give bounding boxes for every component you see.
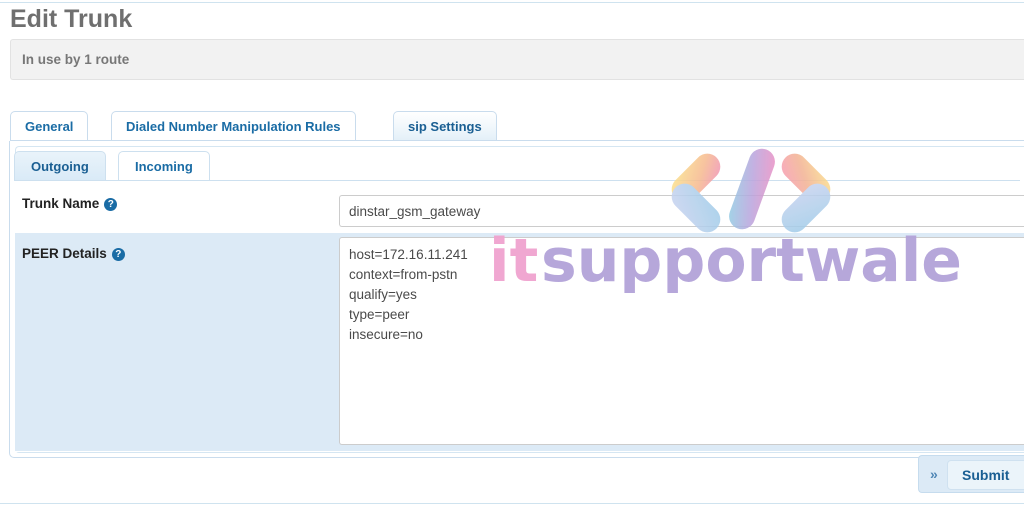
- peer-details-textarea[interactable]: [339, 237, 1024, 445]
- trunk-name-input[interactable]: [339, 195, 1024, 227]
- tab-general[interactable]: General: [10, 111, 89, 141]
- bottom-divider: [0, 503, 1024, 504]
- sip-settings-form: Trunk Name? PEER Details?: [15, 181, 1024, 452]
- help-icon[interactable]: ?: [104, 198, 118, 211]
- in-use-alert-text: In use by 1 route: [22, 52, 130, 67]
- peer-details-label-text: PEER Details: [22, 246, 107, 261]
- trunk-name-label-text: Trunk Name: [22, 196, 100, 211]
- chevron-right-double-icon[interactable]: »: [930, 467, 938, 481]
- trunk-name-label: Trunk Name?: [22, 196, 118, 211]
- submit-button[interactable]: Submit: [947, 460, 1024, 490]
- page-title: Edit Trunk: [10, 5, 133, 33]
- help-icon[interactable]: ?: [111, 248, 125, 261]
- top-divider: [0, 2, 1024, 3]
- subtab-incoming[interactable]: Incoming: [118, 151, 210, 181]
- subtab-outgoing[interactable]: Outgoing: [14, 151, 106, 181]
- form-row-peer-details: PEER Details?: [15, 233, 1024, 451]
- submit-bar: » Submit: [918, 455, 1024, 493]
- tab-dialed-number-manipulation-rules[interactable]: Dialed Number Manipulation Rules: [111, 111, 356, 141]
- peer-details-label: PEER Details?: [22, 246, 125, 261]
- in-use-alert: In use by 1 route: [10, 39, 1024, 80]
- tab-sip-settings[interactable]: sip Settings: [393, 111, 497, 141]
- form-row-trunk-name: Trunk Name?: [15, 181, 1024, 233]
